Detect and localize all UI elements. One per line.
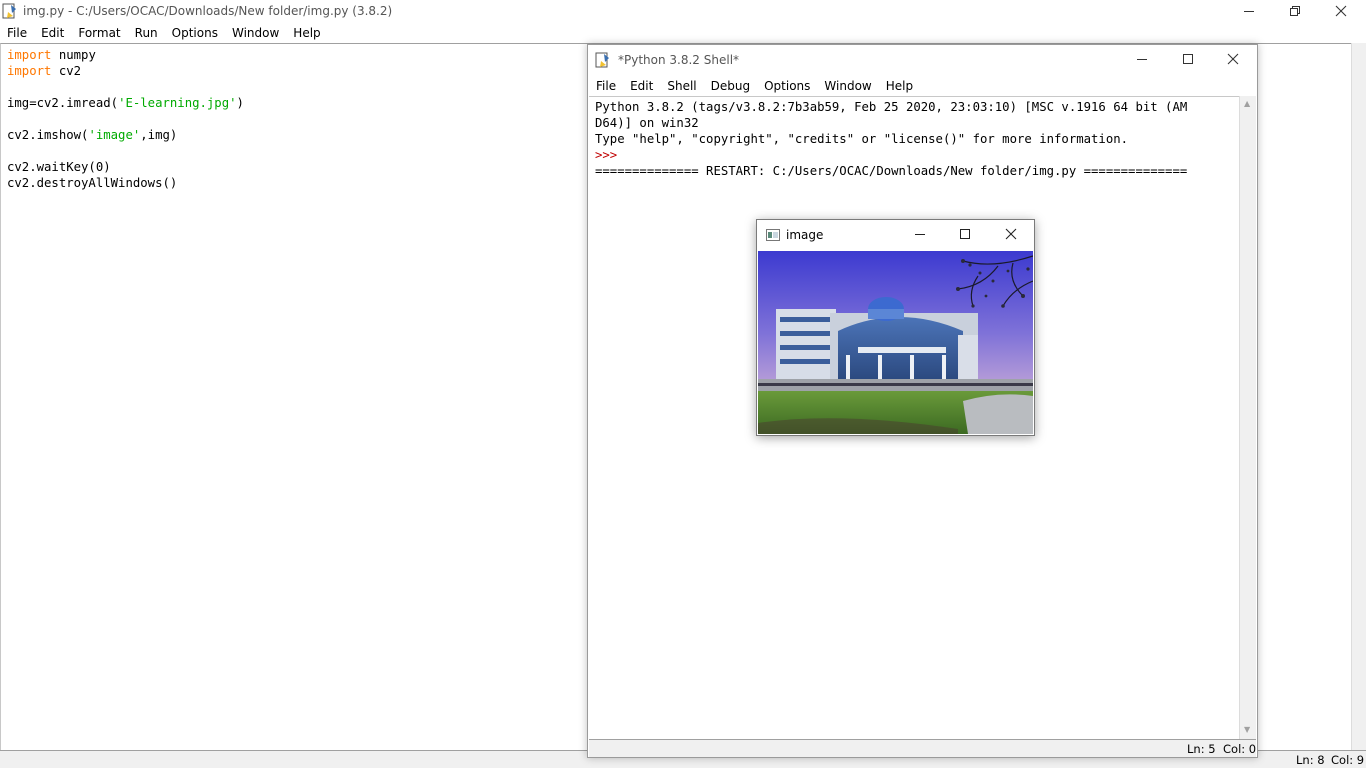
editor-scrollbar[interactable] bbox=[1351, 43, 1366, 750]
shell-line: D64)] on win32 bbox=[595, 116, 699, 130]
restore-icon bbox=[1290, 6, 1300, 16]
minimize-icon bbox=[1137, 59, 1147, 60]
code-token: img=cv2.imread( bbox=[7, 96, 119, 110]
python-idle-icon[interactable] bbox=[595, 52, 611, 68]
shell-minimize-button[interactable] bbox=[1119, 48, 1165, 70]
maximize-icon bbox=[960, 229, 970, 239]
line-number: Ln: 8 bbox=[1296, 753, 1325, 767]
close-icon bbox=[1005, 228, 1017, 240]
image-minimize-button[interactable] bbox=[897, 223, 943, 245]
code-token: cv2 bbox=[51, 64, 82, 78]
menu-options[interactable]: Options bbox=[165, 23, 225, 43]
opencv-window-icon bbox=[765, 227, 781, 243]
menu-file[interactable]: File bbox=[0, 23, 34, 43]
shell-menu-help[interactable]: Help bbox=[879, 76, 920, 96]
shell-maximize-button[interactable] bbox=[1165, 48, 1211, 70]
minimize-button[interactable] bbox=[1226, 0, 1272, 22]
shell-close-button[interactable] bbox=[1210, 48, 1256, 70]
shell-column-number: Col: 0 bbox=[1223, 742, 1257, 756]
shell-line-number: Ln: 5 bbox=[1187, 742, 1216, 756]
code-token: cv2.imshow( bbox=[7, 128, 89, 142]
menu-window[interactable]: Window bbox=[225, 23, 286, 43]
minimize-icon bbox=[915, 234, 925, 235]
scroll-down-icon[interactable]: ▼ bbox=[1244, 725, 1250, 734]
string-literal: 'E-learning.jpg' bbox=[118, 96, 237, 110]
shell-menu-window[interactable]: Window bbox=[817, 76, 878, 96]
image-window-title: image bbox=[786, 228, 824, 242]
shell-text: Python 3.8.2 (tags/v3.8.2:7b3ab59, Feb 2… bbox=[595, 99, 1187, 179]
code-token: ) bbox=[236, 96, 244, 110]
column-number: Col: 9 bbox=[1331, 753, 1365, 767]
menu-edit[interactable]: Edit bbox=[34, 23, 71, 43]
code-text: import numpy import cv2 img=cv2.imread('… bbox=[7, 47, 244, 191]
window-title: img.py - C:/Users/OCAC/Downloads/New fol… bbox=[23, 4, 393, 18]
code-line: cv2.waitKey(0) bbox=[7, 160, 111, 174]
shell-scrollbar[interactable]: ▲ ▼ bbox=[1239, 96, 1256, 739]
restore-button[interactable] bbox=[1272, 0, 1318, 22]
menu-format[interactable]: Format bbox=[71, 23, 127, 43]
code-token: numpy bbox=[51, 48, 96, 62]
code-token: ,img) bbox=[140, 128, 178, 142]
menu-help[interactable]: Help bbox=[286, 23, 327, 43]
editor-menubar: File Edit Format Run Options Window Help bbox=[0, 23, 328, 43]
string-literal: 'image' bbox=[88, 128, 141, 142]
shell-statusbar: Ln: 5 Col: 0 bbox=[589, 739, 1256, 757]
keyword: import bbox=[7, 64, 52, 78]
minimize-icon bbox=[1244, 11, 1254, 12]
shell-menu-file[interactable]: File bbox=[589, 76, 623, 96]
campus-building-image bbox=[758, 251, 1033, 434]
shell-line: Type "help", "copyright", "credits" or "… bbox=[595, 132, 1129, 146]
scroll-up-icon[interactable]: ▲ bbox=[1244, 99, 1250, 108]
maximize-icon bbox=[1183, 54, 1193, 64]
shell-menubar: File Edit Shell Debug Options Window Hel… bbox=[588, 76, 920, 96]
menu-run[interactable]: Run bbox=[128, 23, 165, 43]
close-icon bbox=[1335, 5, 1347, 17]
image-maximize-button[interactable] bbox=[942, 223, 988, 245]
shell-menu-options[interactable]: Options bbox=[757, 76, 817, 96]
displayed-photo bbox=[758, 251, 1033, 434]
shell-menu-edit[interactable]: Edit bbox=[623, 76, 660, 96]
shell-line: Python 3.8.2 (tags/v3.8.2:7b3ab59, Feb 2… bbox=[595, 100, 1188, 114]
keyword: import bbox=[7, 48, 52, 62]
python-idle-icon[interactable] bbox=[2, 3, 18, 19]
code-line: cv2.destroyAllWindows() bbox=[7, 176, 178, 190]
opencv-image-window: image bbox=[756, 219, 1035, 436]
shell-prompt: >>> bbox=[595, 148, 625, 162]
restart-banner: ============== RESTART: C:/Users/OCAC/Do… bbox=[595, 164, 1188, 178]
close-icon bbox=[1227, 53, 1239, 65]
editor-titlebar: img.py - C:/Users/OCAC/Downloads/New fol… bbox=[0, 0, 1366, 23]
close-button[interactable] bbox=[1318, 0, 1364, 22]
shell-menu-debug[interactable]: Debug bbox=[704, 76, 757, 96]
shell-title: *Python 3.8.2 Shell* bbox=[618, 53, 740, 67]
image-close-button[interactable] bbox=[988, 223, 1034, 245]
shell-menu-shell[interactable]: Shell bbox=[660, 76, 703, 96]
